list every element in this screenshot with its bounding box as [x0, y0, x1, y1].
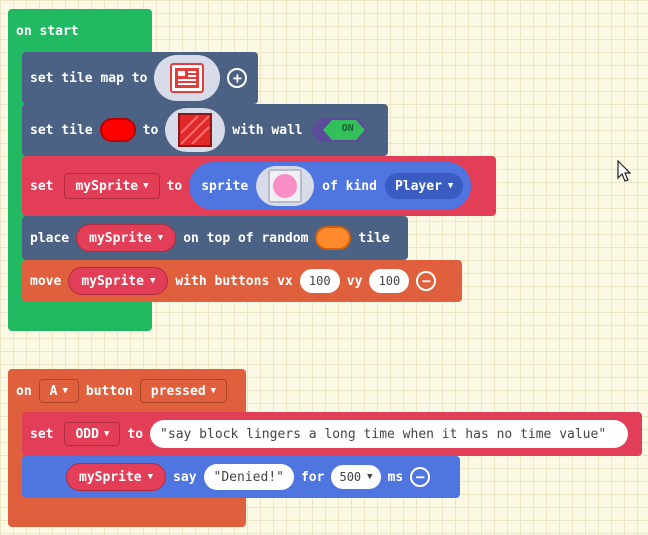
place-sprite-block[interactable]: place mySprite ▼ on top of random tile	[22, 216, 408, 260]
chevron-down-icon: ▼	[147, 472, 154, 482]
tilemap-thumbnail-icon	[170, 63, 205, 93]
set-sprite-to-label: to	[166, 178, 183, 194]
sprite-create-block[interactable]: sprite of kind Player ▼	[189, 162, 472, 210]
chevron-down-icon: ▼	[103, 429, 110, 439]
sprite-thumbnail	[268, 169, 303, 203]
tile-color-swatch[interactable]	[99, 118, 136, 142]
wall-toggle[interactable]: ON	[309, 118, 368, 142]
minus-circle-icon[interactable]: −	[410, 467, 431, 487]
tile-label: tile	[358, 230, 390, 246]
wall-tile-icon	[178, 113, 213, 147]
place-variable-text: mySprite	[89, 230, 152, 246]
vy-label: vy	[346, 273, 363, 289]
chevron-down-icon: ▼	[143, 181, 149, 191]
set-tilemap-block[interactable]: set tile map to +	[22, 52, 258, 104]
variable-text: ODD	[75, 426, 99, 442]
with-wall-label: with wall	[232, 122, 303, 138]
plus-circle-icon[interactable]: +	[227, 68, 248, 88]
event-text: pressed	[150, 383, 206, 399]
for-label: for	[300, 469, 325, 485]
sprite-variable-text: mySprite	[75, 178, 139, 194]
move-label: move	[30, 273, 62, 289]
kind-dropdown[interactable]: Player ▼	[384, 173, 464, 199]
pink-sprite-icon	[273, 174, 298, 198]
duration-dropdown[interactable]: 500 ▼	[331, 465, 381, 489]
set-tile-block[interactable]: set tile to with wall ON	[22, 104, 388, 156]
on-button-header: on A ▼ button pressed ▼	[8, 372, 244, 410]
of-kind-label: of kind	[322, 178, 377, 194]
minus-circle-icon[interactable]: −	[416, 271, 437, 291]
chevron-down-icon: ▼	[210, 386, 217, 396]
button-label: button	[85, 383, 133, 399]
event-dropdown[interactable]: pressed ▼	[139, 379, 228, 403]
sprite-label: sprite	[201, 178, 249, 194]
move-variable-text: mySprite	[81, 273, 144, 289]
say-text-input[interactable]: "Denied!"	[203, 464, 294, 490]
with-buttons-label: with buttons vx	[175, 273, 293, 289]
variable-dropdown[interactable]: ODD ▼	[64, 422, 121, 446]
set-variable-block[interactable]: set ODD ▼ to "say block lingers a long t…	[22, 412, 642, 456]
set-sprite-block[interactable]: set mySprite ▼ to sprite of kind Player …	[22, 156, 496, 216]
chevron-down-icon: ▼	[62, 386, 68, 396]
chevron-down-icon: ▼	[157, 233, 164, 243]
ms-label: ms	[387, 469, 404, 485]
say-variable-dropdown[interactable]: mySprite ▼	[66, 463, 167, 491]
mouse-cursor-icon	[617, 160, 631, 182]
vy-input[interactable]: 100	[369, 269, 410, 293]
on-top-label: on top of random	[183, 230, 309, 246]
sprite-image-picker[interactable]	[256, 166, 315, 206]
set-variable-to-label: to	[127, 426, 144, 442]
tile-image-picker[interactable]	[165, 108, 226, 152]
say-variable-text: mySprite	[79, 469, 142, 485]
duration-text: 500	[339, 470, 362, 484]
button-text: A	[49, 383, 58, 399]
chevron-down-icon: ▼	[367, 472, 373, 482]
say-label: say	[173, 469, 197, 485]
sprite-variable-dropdown[interactable]: mySprite ▼	[64, 173, 160, 199]
set-tile-to-label: to	[142, 122, 159, 138]
vx-input[interactable]: 100	[299, 269, 340, 293]
move-variable-dropdown[interactable]: mySprite ▼	[68, 267, 169, 295]
set-variable-label: set	[30, 426, 54, 442]
toggle-shape-icon	[309, 118, 368, 142]
tilemap-picker[interactable]	[154, 55, 221, 101]
tile-color-swatch-orange[interactable]	[315, 226, 352, 250]
set-sprite-label: set	[30, 178, 54, 194]
chevron-down-icon: ▼	[447, 181, 454, 191]
button-dropdown[interactable]: A ▼	[38, 379, 79, 403]
on-label: on	[16, 383, 32, 399]
place-label: place	[30, 230, 70, 246]
kind-text: Player	[394, 178, 442, 194]
set-tile-label: set tile	[30, 122, 93, 138]
toggle-label: ON	[341, 123, 354, 134]
set-tilemap-label: set tile map to	[30, 70, 148, 86]
string-value-input[interactable]: "say block lingers a long time when it h…	[150, 420, 629, 448]
sprite-say-block[interactable]: mySprite ▼ say "Denied!" for 500 ▼ ms −	[22, 456, 460, 498]
move-sprite-block[interactable]: move mySprite ▼ with buttons vx 100 vy 1…	[22, 260, 462, 302]
place-variable-dropdown[interactable]: mySprite ▼	[76, 224, 177, 252]
on-start-label: on start	[16, 24, 79, 39]
chevron-down-icon: ▼	[149, 276, 156, 286]
